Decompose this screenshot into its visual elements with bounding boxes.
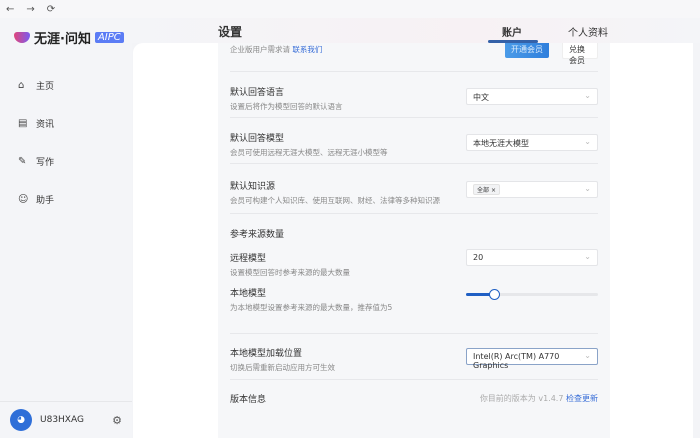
model-select[interactable]: 本地无涯大模型 ⌄ — [466, 134, 598, 151]
remote-count-value: 20 — [473, 253, 484, 262]
chevron-down-icon: ⌄ — [584, 351, 591, 360]
sidebar-item-news[interactable]: ▤ 资讯 — [18, 104, 54, 142]
tag-label: 全部 — [477, 187, 490, 194]
knowledge-row: 默认知识源 会员可构建个人知识库、使用互联网、财经、法律等多种知识源 全部 × ⌄ — [230, 179, 598, 206]
scrollbar[interactable] — [695, 43, 700, 438]
sidebar-item-label: 写作 — [36, 157, 55, 168]
logo-badge: AIPC — [94, 32, 124, 43]
version-row: 版本信息 你目前的版本为 v1.4.7 检查更新 — [230, 392, 598, 405]
sidebar-nav: ⌂ 主页 ▤ 资讯 ✎ 写作 ☺ 助手 — [18, 66, 54, 218]
logo-icon — [14, 32, 30, 43]
ref-count-section: 参考来源数量 — [230, 227, 598, 240]
language-row: 默认回答语言 设置后将作为模型回答的默认语言 中文 ⌄ — [230, 85, 598, 112]
redeem-membership-button[interactable]: 兑换会员 — [562, 43, 598, 65]
refresh-icon[interactable]: ⟳ — [47, 4, 55, 15]
gear-icon[interactable]: ⚙ — [112, 414, 122, 427]
remote-model-desc: 设置模型回答时参考来源的最大数量 — [230, 268, 350, 277]
chevron-down-icon: ⌄ — [584, 91, 591, 100]
ref-count-title: 参考来源数量 — [230, 230, 285, 240]
home-icon: ⌂ — [18, 79, 25, 91]
close-icon[interactable]: × — [491, 187, 496, 194]
divider — [230, 333, 598, 334]
chevron-down-icon: ⌄ — [584, 252, 591, 261]
settings-panel: 企业版用户需求请 联系我们 开通会员 兑换会员 默认回答语言 设置后将作为模型回… — [218, 43, 610, 438]
avatar: ◕ — [10, 409, 32, 431]
news-icon: ▤ — [18, 117, 28, 129]
robot-icon: ☺ — [18, 193, 29, 205]
pen-icon: ✎ — [18, 155, 27, 167]
local-model-desc: 为本地模型设置参考来源的最大数量，推荐值为5 — [230, 303, 393, 312]
divider — [230, 379, 598, 380]
knowledge-tag: 全部 × — [473, 184, 500, 195]
remote-count-select[interactable]: 20 ⌄ — [466, 249, 598, 266]
divider — [230, 117, 598, 118]
sidebar: 无涯·问知 AIPC ⌂ 主页 ▤ 资讯 ✎ 写作 ☺ 助手 ◕ U83HXAG ⚙ — [0, 18, 132, 438]
back-icon[interactable]: ← — [6, 4, 14, 15]
sidebar-item-label: 助手 — [36, 195, 55, 206]
load-location-select[interactable]: Intel(R) Arc(TM) A770 Graphics ⌄ — [466, 348, 598, 370]
tab-profile[interactable]: 个人资料 — [568, 24, 608, 39]
chevron-down-icon: ⌄ — [584, 137, 591, 146]
check-update-link[interactable]: 检查更新 — [566, 394, 598, 403]
knowledge-select[interactable]: 全部 × ⌄ — [466, 181, 598, 198]
divider — [230, 163, 598, 164]
logo-text: 无涯·问知 — [34, 32, 91, 47]
user-profile[interactable]: ◕ U83HXAG ⚙ — [0, 401, 132, 438]
language-value: 中文 — [473, 93, 489, 102]
version-info: 你目前的版本为 v1.4.7 检查更新 — [480, 393, 598, 404]
sidebar-item-assistant[interactable]: ☺ 助手 — [18, 180, 54, 218]
settings-header: 设置 账户 个人资料 — [132, 18, 700, 43]
username: U83HXAG — [40, 415, 84, 425]
sidebar-item-label: 主页 — [36, 81, 55, 92]
sidebar-item-home[interactable]: ⌂ 主页 — [18, 66, 54, 104]
version-text: 你目前的版本为 v1.4.7 — [479, 394, 564, 403]
local-model-row: 本地模型 为本地模型设置参考来源的最大数量，推荐值为5 — [230, 286, 598, 313]
remote-model-row: 远程模型 设置模型回答时参考来源的最大数量 20 ⌄ — [230, 249, 598, 278]
divider — [230, 71, 598, 72]
sidebar-item-label: 资讯 — [36, 119, 55, 130]
load-location-row: 本地模型加载位置 切换后需重新启动应用方可生效 Intel(R) Arc(TM)… — [230, 346, 598, 373]
local-count-slider[interactable] — [466, 289, 598, 300]
page-title: 设置 — [218, 25, 243, 39]
sidebar-item-write[interactable]: ✎ 写作 — [18, 142, 54, 180]
browser-toolbar: ← → ⟳ — [0, 0, 700, 18]
open-membership-button[interactable]: 开通会员 — [505, 43, 549, 58]
contact-us-link[interactable]: 联系我们 — [292, 45, 322, 54]
tab-account[interactable]: 账户 — [502, 24, 522, 39]
forward-icon[interactable]: → — [26, 4, 34, 15]
language-select[interactable]: 中文 ⌄ — [466, 88, 598, 105]
model-row: 默认回答模型 会员可使用远程无涯大模型、远程无涯小模型等 本地无涯大模型 ⌄ — [230, 131, 598, 158]
slider-handle[interactable] — [488, 289, 500, 300]
membership-row: 企业版用户需求请 联系我们 开通会员 兑换会员 — [230, 43, 598, 65]
divider — [230, 213, 598, 214]
logo: 无涯·问知 AIPC — [14, 28, 124, 47]
membership-desc-text: 企业版用户需求请 — [230, 45, 290, 54]
chevron-down-icon: ⌄ — [584, 184, 591, 193]
model-value: 本地无涯大模型 — [473, 139, 529, 148]
